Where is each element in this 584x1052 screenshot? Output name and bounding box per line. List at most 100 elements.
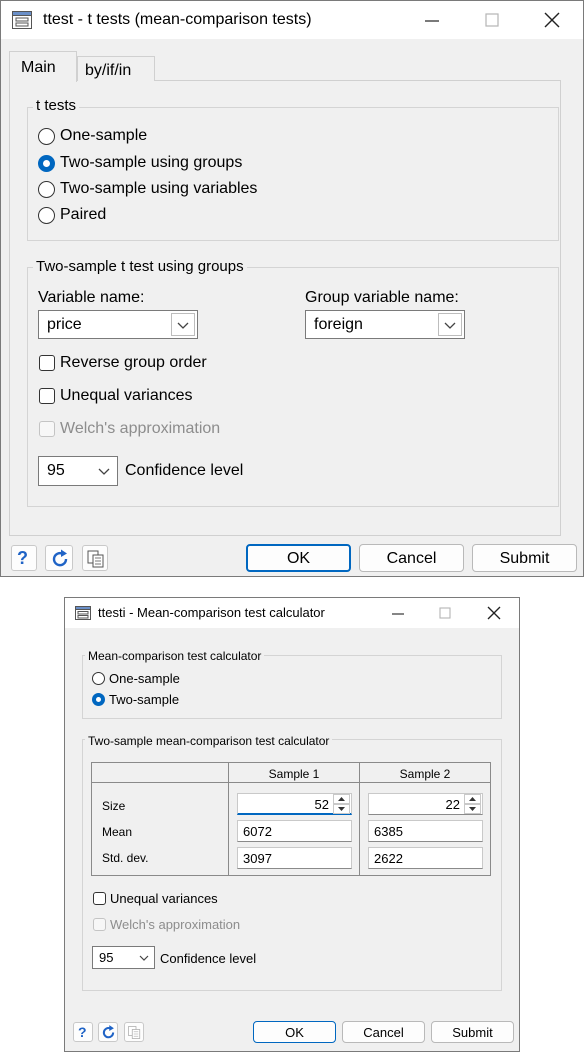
variable-name-value: price bbox=[47, 316, 82, 333]
unequal-variances-label[interactable]: Unequal variances bbox=[110, 891, 218, 906]
confidence-level-value: 95 bbox=[99, 950, 114, 965]
sample1-sd-value: 3097 bbox=[243, 851, 272, 866]
radio-one-sample-label[interactable]: One-sample bbox=[109, 671, 180, 686]
copy-icon bbox=[127, 1025, 142, 1040]
radio-two-sample[interactable] bbox=[92, 693, 105, 706]
cancel-button[interactable]: Cancel bbox=[359, 544, 464, 572]
copy-button[interactable] bbox=[124, 1022, 144, 1042]
sample2-size-input[interactable]: 22 bbox=[368, 793, 483, 815]
spin-up-icon[interactable] bbox=[464, 794, 481, 804]
column-header-sample2: Sample 2 bbox=[399, 767, 451, 781]
maximize-icon[interactable] bbox=[432, 600, 458, 626]
cancel-button-label: Cancel bbox=[363, 1025, 404, 1040]
reset-button[interactable] bbox=[98, 1022, 118, 1042]
unequal-variances-checkbox[interactable] bbox=[39, 388, 55, 404]
calc-group-title: Mean-comparison test calculator bbox=[85, 649, 265, 663]
title-bar[interactable]: ttest - t tests (mean-comparison tests) bbox=[1, 1, 583, 39]
radio-two-sample-groups[interactable] bbox=[38, 155, 55, 172]
sample1-mean-input[interactable]: 6072 bbox=[237, 820, 352, 842]
twosample-calc-group-title: Two-sample mean-comparison test calculat… bbox=[85, 734, 333, 748]
confidence-level-combo[interactable]: 95 bbox=[92, 946, 155, 969]
group-variable-label: Group variable name: bbox=[305, 289, 459, 306]
group-variable-combo[interactable]: foreign bbox=[305, 310, 465, 339]
maximize-icon[interactable] bbox=[477, 5, 507, 35]
sample1-size-input[interactable]: 52 bbox=[237, 793, 352, 815]
spin-down-icon[interactable] bbox=[464, 804, 481, 814]
unequal-variances-label[interactable]: Unequal variances bbox=[60, 387, 193, 405]
minimize-icon[interactable] bbox=[385, 600, 411, 626]
row-label-sd: Std. dev. bbox=[102, 851, 149, 865]
submit-button-label: Submit bbox=[499, 550, 550, 567]
submit-button[interactable]: Submit bbox=[431, 1021, 514, 1043]
welch-checkbox bbox=[39, 421, 55, 437]
radio-two-sample-groups-label[interactable]: Two-sample using groups bbox=[60, 154, 242, 172]
chevron-down-icon[interactable] bbox=[137, 950, 151, 966]
dialog-icon bbox=[75, 606, 91, 620]
title-bar[interactable]: ttesti - Mean-comparison test calculator bbox=[65, 598, 519, 628]
ok-button-label: OK bbox=[286, 550, 311, 567]
ttesti-dialog: ttesti - Mean-comparison test calculator… bbox=[64, 597, 520, 1052]
radio-one-sample-label[interactable]: One-sample bbox=[60, 127, 147, 145]
ok-button-label: OK bbox=[285, 1025, 304, 1040]
cancel-button[interactable]: Cancel bbox=[342, 1021, 425, 1043]
radio-one-sample[interactable] bbox=[92, 672, 105, 685]
radio-two-sample-variables-label[interactable]: Two-sample using variables bbox=[60, 180, 257, 198]
row-label-size: Size bbox=[102, 799, 126, 813]
chevron-down-icon[interactable] bbox=[438, 313, 462, 336]
dialog-icon bbox=[12, 11, 32, 29]
tab-byifin[interactable]: by/if/in bbox=[77, 56, 155, 81]
sample1-mean-value: 6072 bbox=[243, 824, 272, 839]
chevron-down-icon[interactable] bbox=[171, 313, 195, 336]
window-title: ttesti - Mean-comparison test calculator bbox=[98, 605, 325, 620]
welch-label: Welch's approximation bbox=[60, 420, 221, 437]
reset-button[interactable] bbox=[45, 545, 73, 571]
variable-name-combo[interactable]: price bbox=[38, 310, 198, 339]
sample1-sd-input[interactable]: 3097 bbox=[237, 847, 352, 869]
tab-byifin-label: by/if/in bbox=[85, 62, 132, 79]
help-button[interactable]: ? bbox=[11, 545, 37, 571]
reset-icon bbox=[49, 548, 71, 570]
confidence-level-label: Confidence level bbox=[125, 462, 244, 479]
sample2-size-value: 22 bbox=[445, 797, 460, 812]
ttest-dialog: ttest - t tests (mean-comparison tests) … bbox=[0, 0, 584, 577]
spin-up-icon[interactable] bbox=[333, 794, 350, 804]
sample2-mean-input[interactable]: 6385 bbox=[368, 820, 483, 842]
help-button[interactable]: ? bbox=[73, 1022, 93, 1042]
tab-main-label: Main bbox=[21, 59, 56, 76]
reset-icon bbox=[100, 1024, 117, 1041]
close-icon[interactable] bbox=[537, 5, 567, 35]
confidence-level-label: Confidence level bbox=[160, 951, 257, 966]
submit-button[interactable]: Submit bbox=[472, 544, 577, 572]
minimize-icon[interactable] bbox=[417, 5, 447, 35]
confidence-level-value: 95 bbox=[47, 462, 65, 479]
chevron-down-icon[interactable] bbox=[95, 461, 113, 481]
radio-two-sample-variables[interactable] bbox=[38, 181, 55, 198]
sample2-sd-value: 2622 bbox=[374, 851, 403, 866]
variable-name-label: Variable name: bbox=[38, 289, 145, 306]
close-icon[interactable] bbox=[481, 600, 507, 626]
radio-paired-label[interactable]: Paired bbox=[60, 206, 106, 224]
column-header-sample1: Sample 1 bbox=[268, 767, 320, 781]
radio-two-sample-label[interactable]: Two-sample bbox=[109, 692, 179, 707]
confidence-level-combo[interactable]: 95 bbox=[38, 456, 118, 486]
ok-button[interactable]: OK bbox=[246, 544, 351, 572]
radio-paired[interactable] bbox=[38, 207, 55, 224]
submit-button-label: Submit bbox=[452, 1025, 493, 1040]
sample2-mean-value: 6385 bbox=[374, 824, 403, 839]
help-icon: ? bbox=[17, 548, 28, 568]
reverse-group-checkbox[interactable] bbox=[39, 355, 55, 371]
table-header-separator bbox=[91, 782, 491, 783]
welch-checkbox bbox=[93, 918, 106, 931]
spin-down-icon[interactable] bbox=[333, 804, 350, 814]
radio-one-sample[interactable] bbox=[38, 128, 55, 145]
ok-button[interactable]: OK bbox=[253, 1021, 336, 1043]
unequal-variances-checkbox[interactable] bbox=[93, 892, 106, 905]
tab-main[interactable]: Main bbox=[9, 51, 77, 82]
reverse-group-label[interactable]: Reverse group order bbox=[60, 354, 207, 372]
sample2-sd-input[interactable]: 2622 bbox=[368, 847, 483, 869]
copy-button[interactable] bbox=[82, 545, 108, 571]
twosample-group-title: Two-sample t test using groups bbox=[33, 258, 247, 275]
cancel-button-label: Cancel bbox=[386, 550, 437, 567]
welch-label: Welch's approximation bbox=[110, 917, 241, 932]
calc-group bbox=[82, 655, 502, 719]
